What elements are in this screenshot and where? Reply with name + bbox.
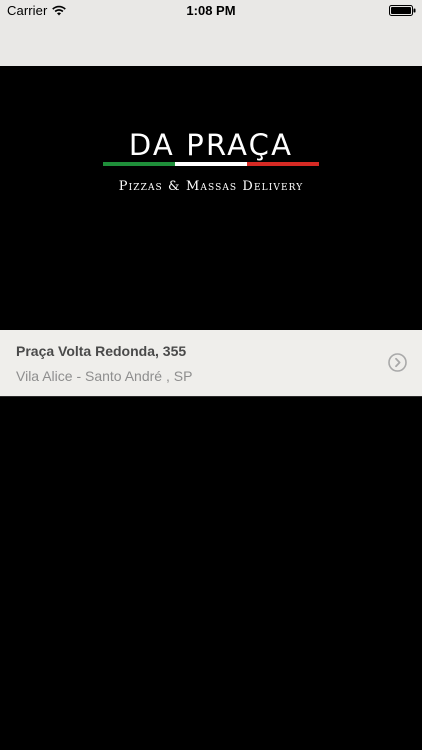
flag-red-stripe [247, 162, 319, 166]
italian-flag-stripe [103, 162, 319, 166]
chevron-right-circle-icon[interactable] [388, 353, 407, 372]
battery-icon [389, 5, 416, 16]
address-district: Vila Alice - Santo André , SP [16, 368, 193, 384]
brand-logo: DA PRAÇA Pizzas & Massas Delivery [0, 128, 422, 194]
address-row[interactable]: Praça Volta Redonda, 355 Vila Alice - Sa… [0, 330, 422, 396]
logo-subtitle: Pizzas & Massas Delivery [118, 179, 304, 194]
navigation-bar: Carrier 1:08 PM [0, 0, 422, 66]
flag-white-stripe [175, 162, 247, 166]
logo-title: DA PRAÇA [128, 128, 294, 162]
app-screen: Carrier 1:08 PM DA PRAÇA Pizzas & Massas… [0, 0, 422, 750]
status-bar: Carrier 1:08 PM [0, 0, 422, 22]
row-divider [0, 396, 422, 397]
address-street: Praça Volta Redonda, 355 [16, 343, 187, 359]
flag-green-stripe [103, 162, 175, 166]
status-time: 1:08 PM [186, 3, 236, 18]
